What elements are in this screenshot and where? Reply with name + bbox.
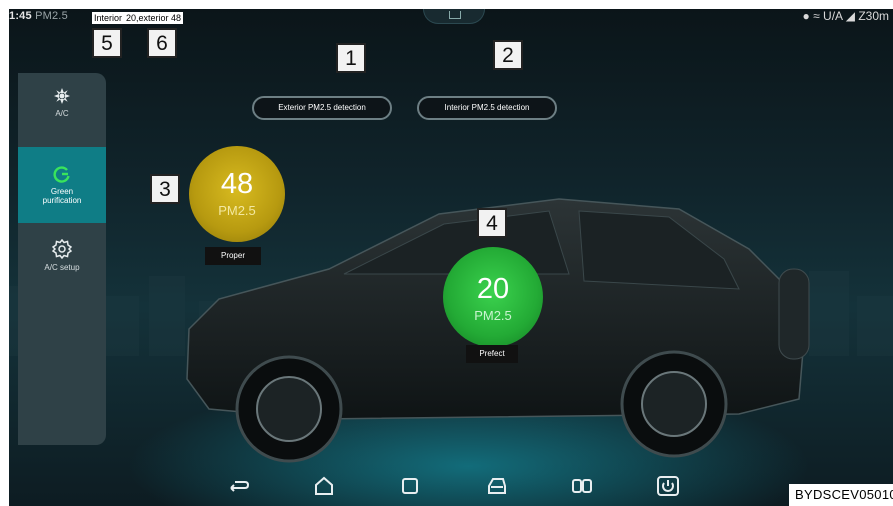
location-icon: ● — [802, 9, 810, 23]
navigation-bar — [9, 466, 893, 506]
status-signal-text: Z30m — [858, 9, 889, 23]
sidebar-item-ac-setup[interactable]: A/C setup — [18, 239, 106, 299]
recent-apps-icon[interactable] — [397, 474, 423, 498]
build-id-label: BYDSCEV05010 — [789, 484, 893, 506]
status-bar-right: ● ≈ U/A ◢ Z30m — [803, 9, 889, 23]
callout-5: 5 — [92, 28, 122, 58]
sidebar-item-ac[interactable]: A/C — [18, 87, 106, 143]
interior-pm25-value: 20 — [476, 273, 510, 305]
callout-1: 1 — [336, 43, 366, 73]
signal-icon: ◢ — [845, 9, 855, 23]
tab-handle-icon — [449, 11, 461, 19]
callout-3: 3 — [150, 174, 180, 204]
car-icon[interactable] — [484, 474, 510, 498]
interior-pm25-unit: PM2.5 — [474, 308, 512, 323]
gear-icon — [52, 239, 72, 259]
sidebar-item-green-purification[interactable]: Green purification — [18, 147, 106, 223]
fan-icon — [54, 88, 70, 104]
interior-exterior-caption: Interior 20,exterior 48 — [92, 12, 184, 24]
app-screen: 1:45 PM2.5 ● ≈ U/A ◢ Z30m A/C Green puri… — [9, 9, 893, 506]
sidebar-item-label: Green purification — [42, 187, 82, 205]
home-icon[interactable] — [311, 474, 337, 498]
sidebar-item-label: A/C — [55, 109, 69, 118]
exterior-pm25-unit: PM2.5 — [218, 203, 256, 218]
interior-status-badge: Prefect — [466, 345, 518, 363]
pull-down-tab[interactable] — [423, 9, 485, 24]
sidebar-item-label: A/C setup — [44, 263, 80, 272]
exterior-status-badge: Proper — [205, 247, 261, 265]
sidebar: A/C Green purification A/C setup — [18, 73, 106, 445]
caption-values: 20,exterior 48 — [126, 13, 182, 23]
power-icon[interactable] — [655, 474, 681, 498]
interior-pm25-detection-button[interactable]: Interior PM2.5 detection — [417, 96, 557, 120]
green-leaf-refresh-icon — [53, 166, 70, 183]
split-screen-icon[interactable] — [569, 474, 595, 498]
caption-interior: Interior — [94, 13, 123, 23]
callout-6: 6 — [147, 28, 177, 58]
exterior-pm25-detection-button[interactable]: Exterior PM2.5 detection — [252, 96, 392, 120]
status-pm-label: PM2.5 — [35, 10, 68, 22]
back-icon[interactable] — [225, 474, 251, 498]
status-time: 1:45 — [9, 10, 32, 22]
status-usb-text: U/A — [823, 9, 843, 23]
status-bar-left: 1:45 PM2.5 — [9, 10, 68, 22]
interior-pm25-gauge: 20 PM2.5 — [443, 247, 543, 347]
callout-2: 2 — [493, 40, 523, 70]
exterior-pm25-gauge: 48 PM2.5 — [189, 146, 285, 242]
wifi-icon: ≈ — [813, 9, 820, 23]
exterior-pm25-value: 48 — [220, 168, 254, 200]
callout-4: 4 — [477, 208, 507, 238]
